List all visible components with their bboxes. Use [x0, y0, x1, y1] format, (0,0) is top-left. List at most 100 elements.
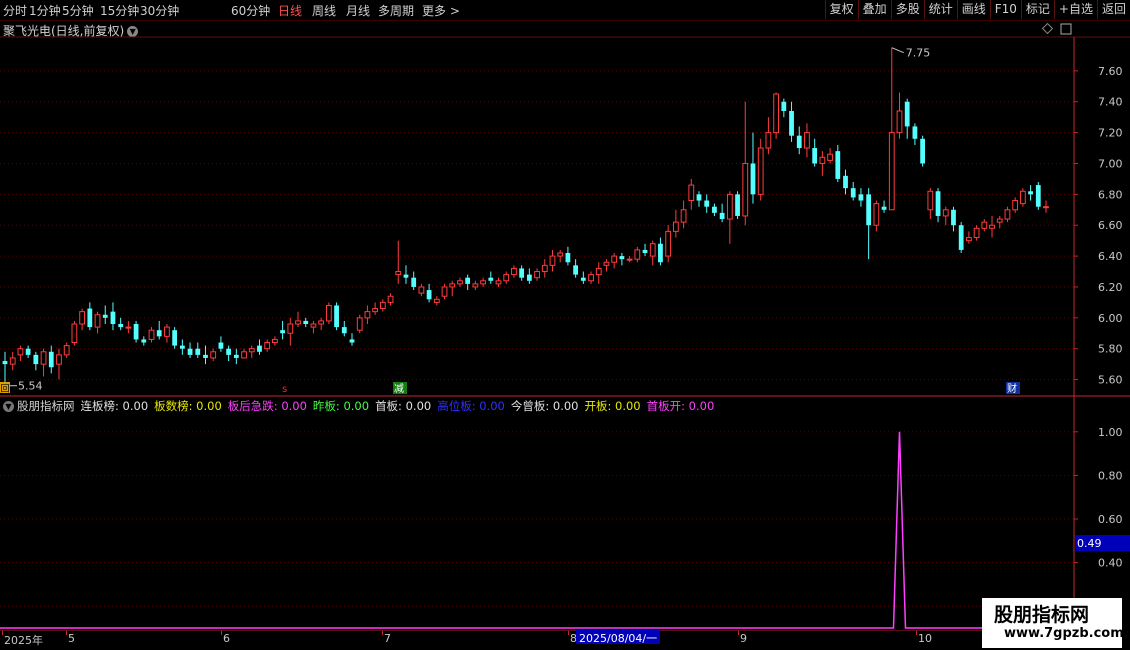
candle-body-up	[965, 237, 972, 242]
candle-body-down	[920, 138, 926, 164]
date-axis: 2025年 5 6 7 8 9 10	[0, 630, 1074, 647]
watermark-url: www.7gpzb.com	[1004, 626, 1124, 641]
indicator-item: 今曾板: 0.00	[511, 399, 579, 413]
candle-body-down	[850, 188, 856, 198]
candle-body-down	[904, 101, 910, 127]
candle-body-up	[433, 298, 440, 303]
candle-body-down	[465, 277, 471, 284]
candle-body-up	[164, 326, 170, 337]
candle-body-up	[9, 357, 16, 365]
indicator-item-value: 0.00	[405, 399, 432, 413]
watermark-title: 股朋指标网	[994, 604, 1090, 626]
candle-body-up	[688, 184, 695, 202]
candle-body-down	[565, 253, 571, 263]
price-tick-label: 7.20	[1098, 127, 1123, 140]
indicator-item-label: 板数榜:	[154, 399, 197, 413]
candle-body-down	[133, 324, 139, 340]
candle-body-down	[642, 249, 648, 253]
candle-body-down	[526, 274, 532, 281]
indicator-item-label: 连板榜:	[80, 399, 123, 413]
date-label: 5	[68, 632, 75, 645]
high-price-pointer	[891, 47, 904, 54]
candle-body-up	[17, 348, 24, 356]
indicator-tick-label: 1.00	[1098, 426, 1123, 439]
price-tick-label: 6.40	[1098, 250, 1123, 263]
cursor-value-label: 0.49	[1077, 537, 1102, 550]
candle-body-down	[719, 212, 725, 220]
price-tick-label: 5.80	[1098, 343, 1123, 356]
indicator-item-label: 首板开:	[646, 399, 689, 413]
candle-body-down	[519, 268, 525, 278]
date-label: 9	[740, 632, 747, 645]
candle-body-up	[125, 326, 132, 329]
candle-body-up	[981, 221, 988, 229]
diamond-icon	[1041, 22, 1054, 35]
indicator-item-label: 首板:	[375, 399, 406, 413]
candle-body-down	[796, 135, 802, 149]
candle-body-up	[549, 255, 556, 266]
s-marker: s	[282, 384, 287, 395]
candle-body-up	[40, 351, 47, 365]
candle-body-up	[742, 162, 749, 217]
chevron-down-icon[interactable]: ▼	[3, 401, 14, 412]
candle-body-up	[441, 286, 448, 297]
candle-body-down	[619, 256, 625, 260]
date-tick	[916, 631, 917, 635]
candle-body-up	[79, 311, 86, 325]
price-tick-label: 7.00	[1098, 157, 1123, 170]
watermark-badge: 股朋指标网 www.7gpzb.com	[982, 598, 1124, 648]
candle-body-up	[387, 295, 394, 303]
indicator-item-value: 0.00	[281, 399, 307, 413]
date-tick	[2, 631, 3, 635]
candle-body-up	[395, 271, 402, 276]
candle-body-up	[295, 320, 301, 325]
candle-body-down	[843, 175, 848, 189]
candle-body-down	[233, 354, 239, 358]
candle-body-down	[303, 320, 309, 324]
candle-body-down	[426, 290, 432, 300]
candle-body-down	[203, 354, 208, 358]
indicator-item-value: 0.00	[196, 399, 222, 413]
cursor-date-label: 2025/08/04/一	[576, 630, 661, 645]
low-price-label: 5.54	[18, 380, 43, 393]
indicator-item: 板后急跌: 0.00	[228, 399, 307, 413]
candle-body-up	[534, 271, 540, 279]
candle-body-down	[187, 348, 193, 355]
candle-body-up	[457, 280, 463, 285]
candle-body-down	[334, 305, 339, 328]
date-tick	[221, 631, 222, 635]
candle-body-down	[958, 225, 964, 250]
candle-body-up	[210, 351, 217, 359]
indicator-item-value: 0.00	[122, 399, 149, 413]
candle-body-up	[495, 280, 502, 285]
candle-body-down	[812, 148, 818, 164]
candle-body-up	[1004, 209, 1011, 220]
indicator-item: 昨板: 0.00	[313, 399, 369, 413]
candle-body-up	[603, 261, 610, 266]
candle-body-up	[241, 351, 247, 359]
candle-body-down	[835, 151, 841, 179]
indicator-item-value: 0.00	[688, 399, 715, 413]
candle-body-down	[573, 265, 579, 275]
candle-body-up	[595, 267, 602, 276]
candle-body-up	[418, 286, 425, 294]
candle-body-down	[781, 101, 787, 111]
price-tick-label: 7.60	[1098, 65, 1123, 78]
candle-body-down	[118, 324, 124, 328]
candle-body-down	[156, 330, 162, 337]
date-label: 7	[384, 632, 391, 645]
candle-body-up	[1012, 200, 1019, 211]
price-tick-label: 6.80	[1098, 188, 1123, 201]
candle-body-up	[649, 243, 656, 257]
candle-body-up	[287, 323, 294, 334]
candle-body-up	[888, 132, 895, 211]
candle-body-down	[218, 342, 224, 349]
price-chart[interactable]: 7.60 7.40 7.20 7.00 6.80 6.60 6.40 6.20 6.00 5.80…	[0, 0, 1130, 650]
indicator-item: 板数榜: 0.00	[154, 399, 222, 413]
candle-body-down	[704, 200, 710, 207]
candle-body-up	[71, 323, 78, 344]
candle-body-up	[1043, 206, 1049, 209]
indicator-item-label: 高位板:	[437, 399, 480, 413]
candle-body-up	[680, 209, 687, 223]
date-label: 6	[223, 632, 230, 645]
